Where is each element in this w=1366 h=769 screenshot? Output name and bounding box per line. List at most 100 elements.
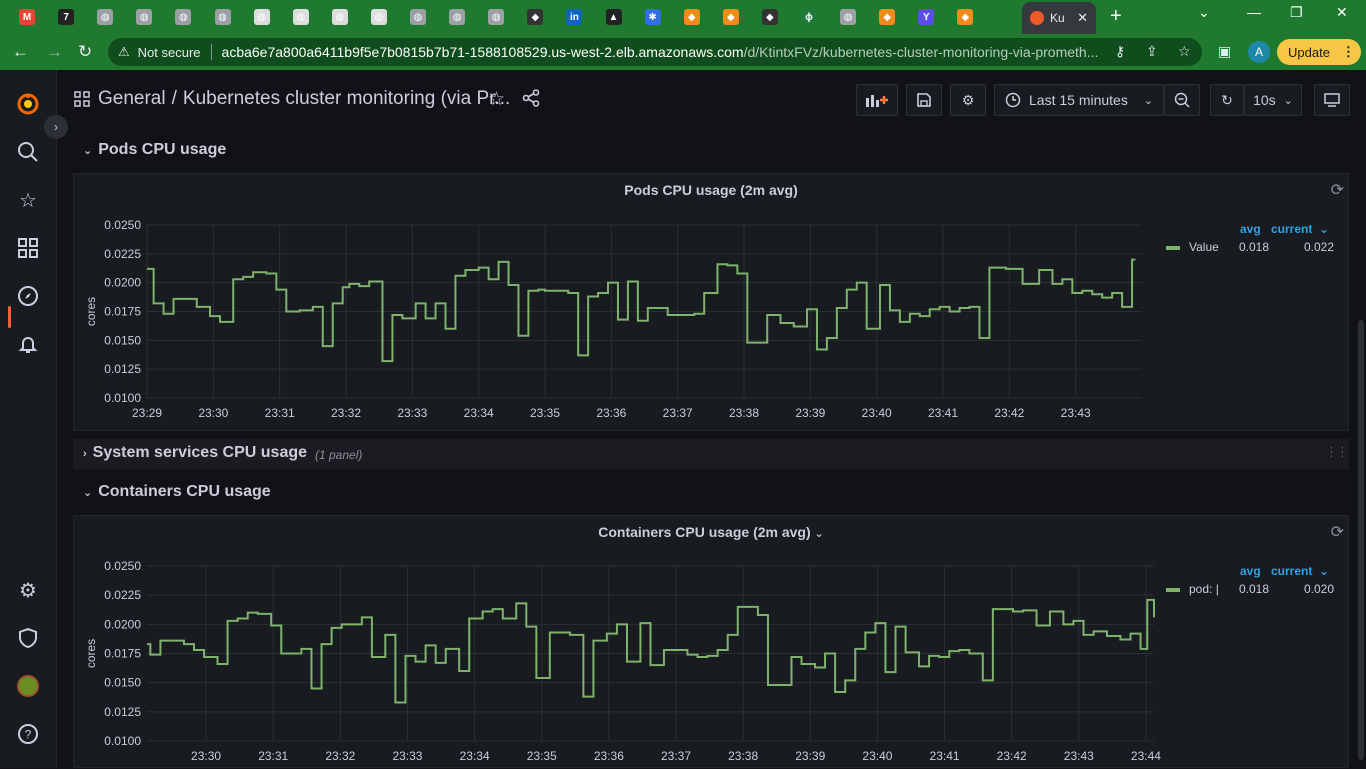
server-admin-shield-icon[interactable] <box>16 626 40 650</box>
browser-tab[interactable]: ✱ <box>635 3 671 31</box>
save-dashboard-button[interactable] <box>906 84 942 116</box>
row-expand-chevron-icon: › <box>83 448 87 460</box>
key-icon[interactable]: ⚷ <box>1115 43 1125 60</box>
browser-tab[interactable]: ◍ <box>478 3 514 31</box>
tab-active-grafana[interactable]: Ku ✕ <box>1022 2 1096 34</box>
search-icon[interactable] <box>16 140 40 164</box>
legend-series-name[interactable]: Value <box>1189 240 1219 254</box>
x-tick-label: 23:32 <box>331 406 361 420</box>
browser-tab[interactable]: ◍ <box>244 3 280 31</box>
globe-icon: ◍ <box>370 9 387 25</box>
profile-avatar[interactable]: A <box>1248 41 1270 63</box>
url-text[interactable]: acba6e7a800a6411b9f5e7b0815b7b71-1588108… <box>222 44 1102 60</box>
minimize-icon[interactable]: — <box>1247 4 1261 20</box>
globe-icon: ◍ <box>175 9 192 25</box>
row-pods-cpu[interactable]: ⌄ Pods CPU usage <box>83 141 226 159</box>
y-tick-label: 0.0200 <box>104 617 141 631</box>
refresh-interval-picker[interactable]: 10s ⌄ <box>1244 84 1302 116</box>
legend-header-current[interactable]: current <box>1271 564 1312 578</box>
browser-tab[interactable]: ◆ <box>674 3 710 31</box>
user-avatar[interactable] <box>16 674 40 698</box>
y-tick-label: 0.0225 <box>104 247 141 261</box>
row-system-title-wrap: › System services CPU usage <box>83 444 307 462</box>
x-tick-label: 23:40 <box>862 749 892 763</box>
dashboards-icon[interactable] <box>16 236 40 260</box>
side-panel-icon[interactable]: ▣ <box>1218 43 1231 60</box>
page-scrollbar[interactable] <box>1358 320 1364 760</box>
row-panel-count: (1 panel) <box>315 448 363 462</box>
containers-cpu-chart: 0.0250 0.0225 0.0200 0.0175 0.0150 0.0125 0.01… <box>84 559 1161 763</box>
help-icon[interactable]: ? <box>16 722 40 746</box>
favorite-star-icon[interactable]: ☆ <box>488 88 505 111</box>
legend-header-avg[interactable]: avg <box>1240 222 1261 236</box>
share-icon[interactable]: ⇪ <box>1146 43 1158 60</box>
window-close-icon[interactable]: ✕ <box>1336 4 1348 21</box>
new-tab-button[interactable]: + <box>1110 5 1122 28</box>
browser-tab[interactable]: ◆ <box>752 3 788 31</box>
time-range-picker[interactable]: Last 15 minutes ⌄ <box>994 84 1164 116</box>
zoom-out-button[interactable] <box>1164 84 1200 116</box>
alerting-bell-icon[interactable] <box>16 332 40 356</box>
legend-header-current[interactable]: current <box>1271 222 1312 236</box>
tv-mode-button[interactable] <box>1314 84 1350 116</box>
starred-icon[interactable]: ☆ <box>16 188 40 212</box>
configuration-gear-icon[interactable]: ⚙ <box>16 578 40 602</box>
browser-tab[interactable]: ◆ <box>869 3 905 31</box>
refresh-button[interactable]: ↻ <box>1210 84 1244 116</box>
breadcrumb-folder[interactable]: General <box>98 88 166 109</box>
row-system-services[interactable]: › System services CPU usage (1 panel) ⋮⋮ <box>73 439 1349 469</box>
chevron-down-icon: ⌄ <box>1143 94 1153 107</box>
close-tab-icon[interactable]: ✕ <box>1077 10 1088 26</box>
browser-tab[interactable]: ◍ <box>205 3 241 31</box>
browser-tab[interactable]: M <box>9 3 45 31</box>
legend-series-swatch <box>1166 246 1180 250</box>
cube-icon: ◆ <box>527 9 544 25</box>
browser-tab[interactable]: ◍ <box>830 3 866 31</box>
browser-tab[interactable]: ◍ <box>361 3 397 31</box>
reload-icon[interactable]: ↻ <box>78 42 92 62</box>
legend-series-name[interactable]: pod: | <box>1189 582 1219 596</box>
dashboard-settings-button[interactable]: ⚙ <box>950 84 986 116</box>
restore-icon[interactable]: ❐ <box>1290 4 1303 21</box>
back-arrow-icon[interactable]: ← <box>12 42 29 62</box>
leaf-icon: ϕ <box>801 9 817 25</box>
tab-search-icon[interactable]: ⌄ <box>1198 4 1210 21</box>
row-containers-cpu[interactable]: ⌄ Containers CPU usage <box>83 483 271 501</box>
browser-tab[interactable]: ◍ <box>439 3 475 31</box>
x-tick-label: 23:35 <box>530 406 560 420</box>
dashboard-title[interactable]: Kubernetes cluster monitoring (via Pr... <box>183 88 510 109</box>
browser-tab[interactable]: in <box>556 3 592 31</box>
explore-compass-icon[interactable] <box>16 284 40 308</box>
legend-series-swatch <box>1166 588 1180 592</box>
pods-legend: avg current ⌄ Value 0.018 0.022 <box>1164 222 1344 262</box>
browser-tab[interactable]: ◆ <box>947 3 983 31</box>
browser-tab[interactable]: ϕ <box>791 3 827 31</box>
x-tick-label: 23:34 <box>464 406 494 420</box>
browser-tab[interactable]: ◍ <box>165 3 201 31</box>
browser-tab[interactable]: Y <box>908 3 944 31</box>
drag-handle-icon[interactable]: ⋮⋮ <box>1325 444 1349 460</box>
x-tick-label: 23:40 <box>862 406 892 420</box>
browser-tab[interactable]: ◍ <box>87 3 123 31</box>
legend-header-avg[interactable]: avg <box>1240 564 1261 578</box>
url-omnibox[interactable]: ⚠ Not secure acba6e7a800a6411b9f5e7b0815… <box>108 38 1202 66</box>
globe-icon: ◍ <box>253 9 270 25</box>
browser-tab[interactable]: ◍ <box>126 3 162 31</box>
x-tick-label: 23:36 <box>596 406 626 420</box>
add-panel-button[interactable] <box>856 84 898 116</box>
clock-icon <box>1005 92 1021 108</box>
browser-tab[interactable]: ◍ <box>400 3 436 31</box>
bookmark-star-icon[interactable]: ☆ <box>1178 43 1191 60</box>
forward-arrow-icon[interactable]: → <box>46 42 63 62</box>
grafana-logo-icon[interactable] <box>16 92 40 116</box>
browser-tab[interactable]: ◆ <box>713 3 749 31</box>
x-tick-label: 23:36 <box>594 749 624 763</box>
share-dashboard-icon[interactable] <box>522 89 540 112</box>
browser-tab[interactable]: ◆ <box>517 3 553 31</box>
browser-tab[interactable]: ◍ <box>322 3 358 31</box>
linkedin-icon: in <box>566 9 583 25</box>
update-button[interactable]: Update ⋮ <box>1277 39 1361 65</box>
browser-tab[interactable]: 7 <box>48 3 84 31</box>
browser-tab[interactable]: ◍ <box>283 3 319 31</box>
browser-tab[interactable]: ▲ <box>596 3 632 31</box>
